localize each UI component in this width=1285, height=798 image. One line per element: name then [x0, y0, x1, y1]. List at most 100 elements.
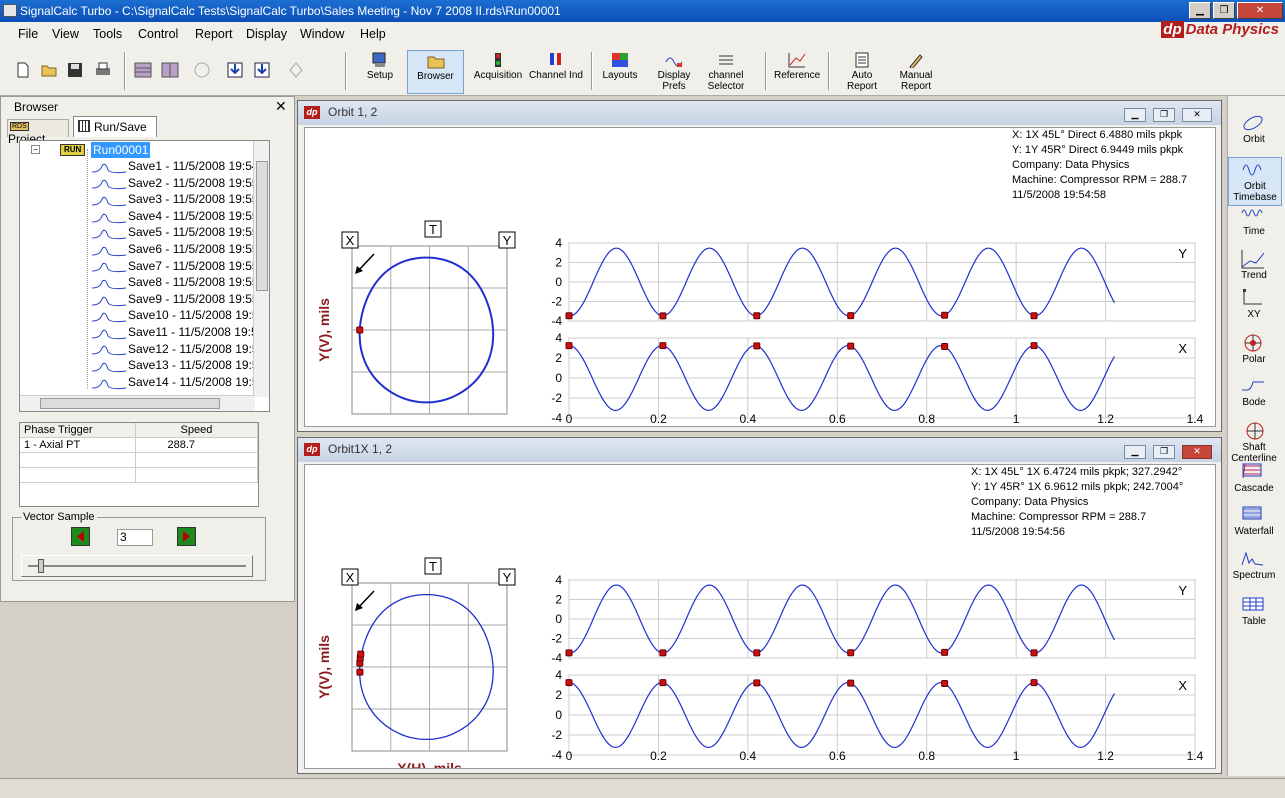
auto-report-button[interactable]: Auto Report — [842, 50, 882, 94]
tree-save-item[interactable]: Save12 - 11/5/2008 19:5! — [92, 341, 262, 357]
sidebar-waterfall-button[interactable]: Waterfall — [1231, 505, 1277, 537]
panel-2-chart[interactable]: X T Y X(H), mils Y(V), mils 4 2 0 -2 -4 Y 4 2 0 -2 -4 X 0… — [305, 465, 1215, 768]
x-tick-label: 1.4 — [1187, 412, 1204, 426]
maximize-button[interactable]: ❐ — [1213, 2, 1235, 19]
sidebar-spectrum-button[interactable]: Spectrum — [1231, 549, 1277, 581]
minimize-button[interactable]: ▁ — [1189, 2, 1211, 19]
x-tick-label: 0.6 — [829, 412, 846, 426]
orbit-window-1-header[interactable]: dp Orbit 1, 2 — [298, 101, 1221, 125]
setup-button[interactable]: Setup — [360, 50, 400, 94]
orbit-window-2: dp Orbit1X 1, 2 ▁ ❐ ✕ X: 1X 45L° 1X 6.472… — [297, 437, 1222, 774]
trigger-marker — [659, 342, 667, 350]
menu-window[interactable]: Window — [300, 27, 344, 41]
previous-sample-button[interactable] — [71, 527, 90, 546]
disabled-rotate-icon[interactable] — [287, 61, 305, 79]
print-icon[interactable] — [94, 61, 112, 79]
close-button[interactable]: ✕ — [1237, 2, 1283, 19]
panel-1-restore-button[interactable]: ❐ — [1153, 108, 1175, 122]
acquisition-button[interactable]: Acquisition — [472, 50, 524, 94]
grid-cell-trigger[interactable]: 1 - Axial PT — [20, 437, 136, 453]
y-tick-label: 4 — [555, 236, 562, 250]
panel-2-close-button[interactable]: ✕ — [1182, 445, 1212, 459]
tree-save-item[interactable]: Save9 - 11/5/2008 19:55: — [92, 291, 262, 307]
tree-save-item[interactable]: Save10 - 11/5/2008 19:5! — [92, 307, 262, 323]
tab-run-save[interactable]: Run/Save — [73, 116, 157, 137]
manual-report-button[interactable]: Manual Report — [893, 50, 939, 94]
tree-save-item[interactable]: Save3 - 11/5/2008 19:55: — [92, 191, 262, 207]
open-folder-icon[interactable] — [40, 61, 58, 79]
next-sample-button[interactable] — [177, 527, 196, 546]
tree-hscrollbar[interactable] — [20, 395, 255, 411]
browser-button[interactable]: Browser — [407, 50, 464, 94]
save-icon[interactable] — [66, 61, 84, 79]
tree-vscrollbar[interactable] — [253, 141, 269, 397]
y-tick-label: 4 — [555, 573, 562, 587]
layout-cols-icon[interactable] — [161, 61, 179, 79]
export-icon[interactable] — [253, 61, 271, 79]
menu-view[interactable]: View — [52, 27, 79, 41]
vector-sample-value[interactable]: 3 — [117, 529, 153, 546]
vector-sample-slider[interactable] — [21, 555, 253, 577]
channel-ind-button[interactable]: Channel Ind — [528, 50, 584, 94]
grid-cell-speed[interactable]: 288.7 — [135, 437, 258, 453]
channel-selector-button[interactable]: channel Selector — [703, 50, 749, 94]
tree-save-item[interactable]: Save5 - 11/5/2008 19:55: — [92, 224, 262, 240]
reference-icon — [788, 53, 806, 68]
tree-save-item[interactable]: Save1 - 11/5/2008 19:54: — [92, 158, 262, 174]
sidebar-orbit-timebase-button[interactable]: Orbit Timebase — [1228, 157, 1282, 206]
menu-file[interactable]: File — [18, 27, 38, 41]
display-prefs-button[interactable]: Display Prefs — [649, 50, 699, 94]
disabled-tool-icon[interactable] — [193, 61, 211, 79]
x-tick-label: 1.2 — [1097, 749, 1114, 763]
panel-1-chart[interactable]: X T Y X(H), mils Y(V), mils 4 2 0 -2 -4 Y 4 2 0 -2 -4 X 0… — [305, 128, 1215, 426]
app-icon[interactable] — [3, 4, 17, 17]
trigger-marker — [1030, 342, 1038, 350]
menu-help[interactable]: Help — [360, 27, 386, 41]
sidebar-polar-button[interactable]: Polar — [1231, 333, 1277, 365]
panel-1-close-button[interactable]: ✕ — [1182, 108, 1212, 122]
run-save-tree[interactable]: − RUN Run00001 Save1 - 11/5/2008 19:54: S… — [19, 140, 270, 412]
sidebar-bode-button[interactable]: Bode — [1231, 376, 1277, 408]
menu-display[interactable]: Display — [246, 27, 287, 41]
tree-save-item[interactable]: Save6 - 11/5/2008 19:55: — [92, 241, 262, 257]
sidebar-time-button[interactable]: Time — [1231, 205, 1277, 237]
layouts-button[interactable]: Layouts — [599, 50, 641, 94]
reference-button[interactable]: Reference — [774, 50, 820, 94]
new-file-icon[interactable] — [14, 61, 32, 79]
waveform-icon — [92, 296, 126, 306]
tree-save-item[interactable]: Save11 - 11/5/2008 19:5! — [92, 324, 261, 340]
trigger-marker — [847, 312, 855, 320]
tree-collapse-icon[interactable]: − — [31, 145, 40, 154]
tab-project[interactable]: RDS Project — [7, 119, 69, 146]
browser-close-icon[interactable]: ✕ — [275, 98, 287, 115]
x-tick-label: 0.4 — [740, 412, 757, 426]
sidebar-orbit-button[interactable]: Orbit — [1231, 113, 1277, 145]
tree-root-run[interactable]: Run00001 — [91, 142, 151, 158]
y-tick-label: 4 — [555, 668, 562, 682]
series-label: Y — [1178, 583, 1187, 598]
waveform-icon — [92, 196, 126, 207]
menu-report[interactable]: Report — [195, 27, 233, 41]
panel-1-minimize-button[interactable]: ▁ — [1124, 108, 1146, 122]
tree-save-item[interactable]: Save4 - 11/5/2008 19:55: — [92, 208, 262, 224]
tree-save-item[interactable]: Save8 - 11/5/2008 19:55: — [92, 274, 262, 290]
sidebar-shaft-centerline-button[interactable]: Shaft Centerline — [1231, 421, 1277, 464]
tree-save-item[interactable]: Save7 - 11/5/2008 19:55: — [92, 258, 262, 274]
menu-tools[interactable]: Tools — [93, 27, 122, 41]
sidebar-table-button[interactable]: Table — [1231, 595, 1277, 627]
import-icon[interactable] — [226, 61, 244, 79]
sidebar-cascade-button[interactable]: Cascade — [1231, 462, 1277, 494]
menu-control[interactable]: Control — [138, 27, 178, 41]
panel-2-minimize-button[interactable]: ▁ — [1124, 445, 1146, 459]
cascade-icon — [1242, 463, 1262, 479]
tree-save-item[interactable]: Save13 - 11/5/2008 19:5! — [92, 357, 262, 373]
sidebar-xy-button[interactable]: XY — [1231, 288, 1277, 320]
series-label: Y — [1178, 246, 1187, 261]
x-tick-label: 1 — [1013, 749, 1020, 763]
tree-save-item[interactable]: Save2 - 11/5/2008 19:55: — [92, 175, 262, 191]
sidebar-trend-button[interactable]: Trend — [1231, 249, 1277, 281]
panel-2-restore-button[interactable]: ❐ — [1153, 445, 1175, 459]
orbit-window-2-header[interactable]: dp Orbit1X 1, 2 — [298, 438, 1221, 462]
layout-rows-icon[interactable] — [134, 61, 152, 79]
tree-save-item[interactable]: Save14 - 11/5/2008 19:5( — [92, 374, 263, 390]
